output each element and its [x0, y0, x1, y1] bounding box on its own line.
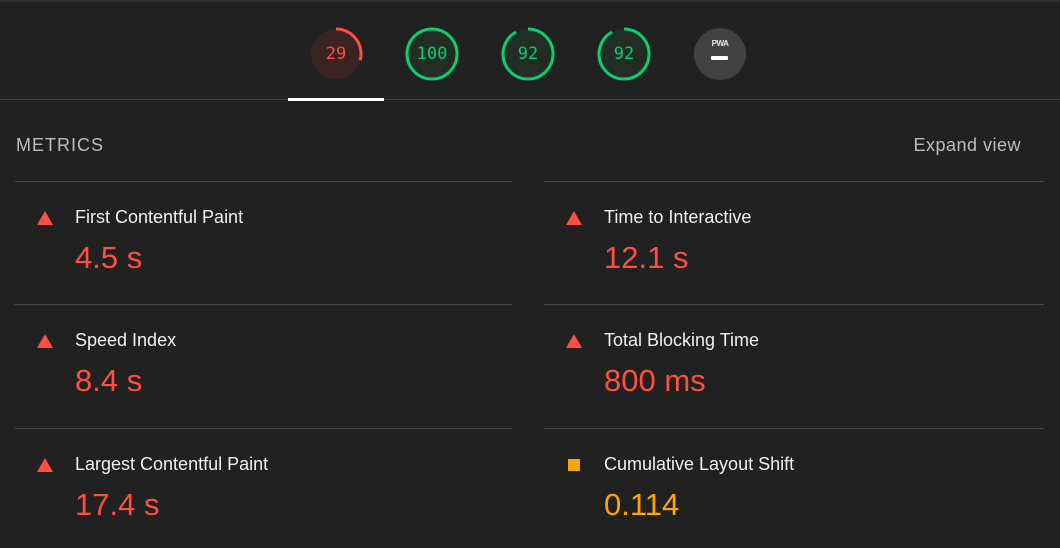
average-square-icon — [568, 459, 580, 471]
fail-triangle-icon — [37, 334, 53, 348]
metric-value: 17.4 s — [75, 487, 160, 522]
metric-speed-index: Speed Index 8.4 s — [15, 304, 512, 427]
metric-first-contentful-paint: First Contentful Paint 4.5 s — [15, 181, 512, 304]
metrics-heading: METRICS — [16, 135, 104, 155]
metric-largest-contentful-paint: Largest Contentful Paint 17.4 s — [15, 428, 512, 548]
active-gauge-indicator — [288, 98, 384, 101]
gauge-pwa[interactable]: PWA — [693, 27, 747, 81]
pwa-dash-icon — [711, 56, 728, 60]
metric-value: 12.1 s — [604, 240, 689, 275]
metric-time-to-interactive: Time to Interactive 12.1 s — [544, 181, 1044, 304]
gauge-seo-value: 92 — [613, 44, 635, 64]
fail-triangle-icon — [566, 211, 582, 225]
metric-label: Cumulative Layout Shift — [604, 454, 795, 474]
expand-view-toggle[interactable]: Expand view — [913, 135, 1021, 156]
gauge-best-practices[interactable]: 92 — [501, 27, 555, 81]
metric-label: Total Blocking Time — [604, 330, 760, 350]
gauge-performance-value: 29 — [325, 44, 347, 64]
gauge-best-practices-value: 92 — [517, 44, 539, 64]
fail-triangle-icon — [566, 334, 582, 348]
gauge-seo[interactable]: 92 — [597, 27, 651, 81]
metric-label: First Contentful Paint — [75, 207, 244, 227]
gauge-accessibility-value: 100 — [416, 44, 448, 64]
fail-triangle-icon — [37, 458, 53, 472]
metric-cumulative-layout-shift: Cumulative Layout Shift 0.114 — [544, 428, 1044, 548]
gauge-performance[interactable]: 29 — [309, 27, 363, 81]
metric-label: Time to Interactive — [604, 207, 752, 227]
lighthouse-report: 29 100 92 92 PWA METRICS Expand view Fir… — [0, 0, 1060, 548]
fail-triangle-icon — [37, 211, 53, 225]
metric-value: 8.4 s — [75, 363, 143, 398]
metric-value: 4.5 s — [75, 240, 143, 275]
metric-total-blocking-time: Total Blocking Time 800 ms — [544, 304, 1044, 427]
metric-value: 0.114 — [604, 487, 680, 522]
metric-label: Largest Contentful Paint — [75, 454, 269, 474]
pwa-badge-icon — [694, 28, 746, 80]
metric-label: Speed Index — [75, 330, 177, 350]
metric-value: 800 ms — [604, 363, 706, 398]
gauge-accessibility[interactable]: 100 — [405, 27, 459, 81]
score-gauges: 29 100 92 92 PWA — [0, 0, 1060, 101]
pwa-badge-text: PWA — [711, 39, 729, 48]
